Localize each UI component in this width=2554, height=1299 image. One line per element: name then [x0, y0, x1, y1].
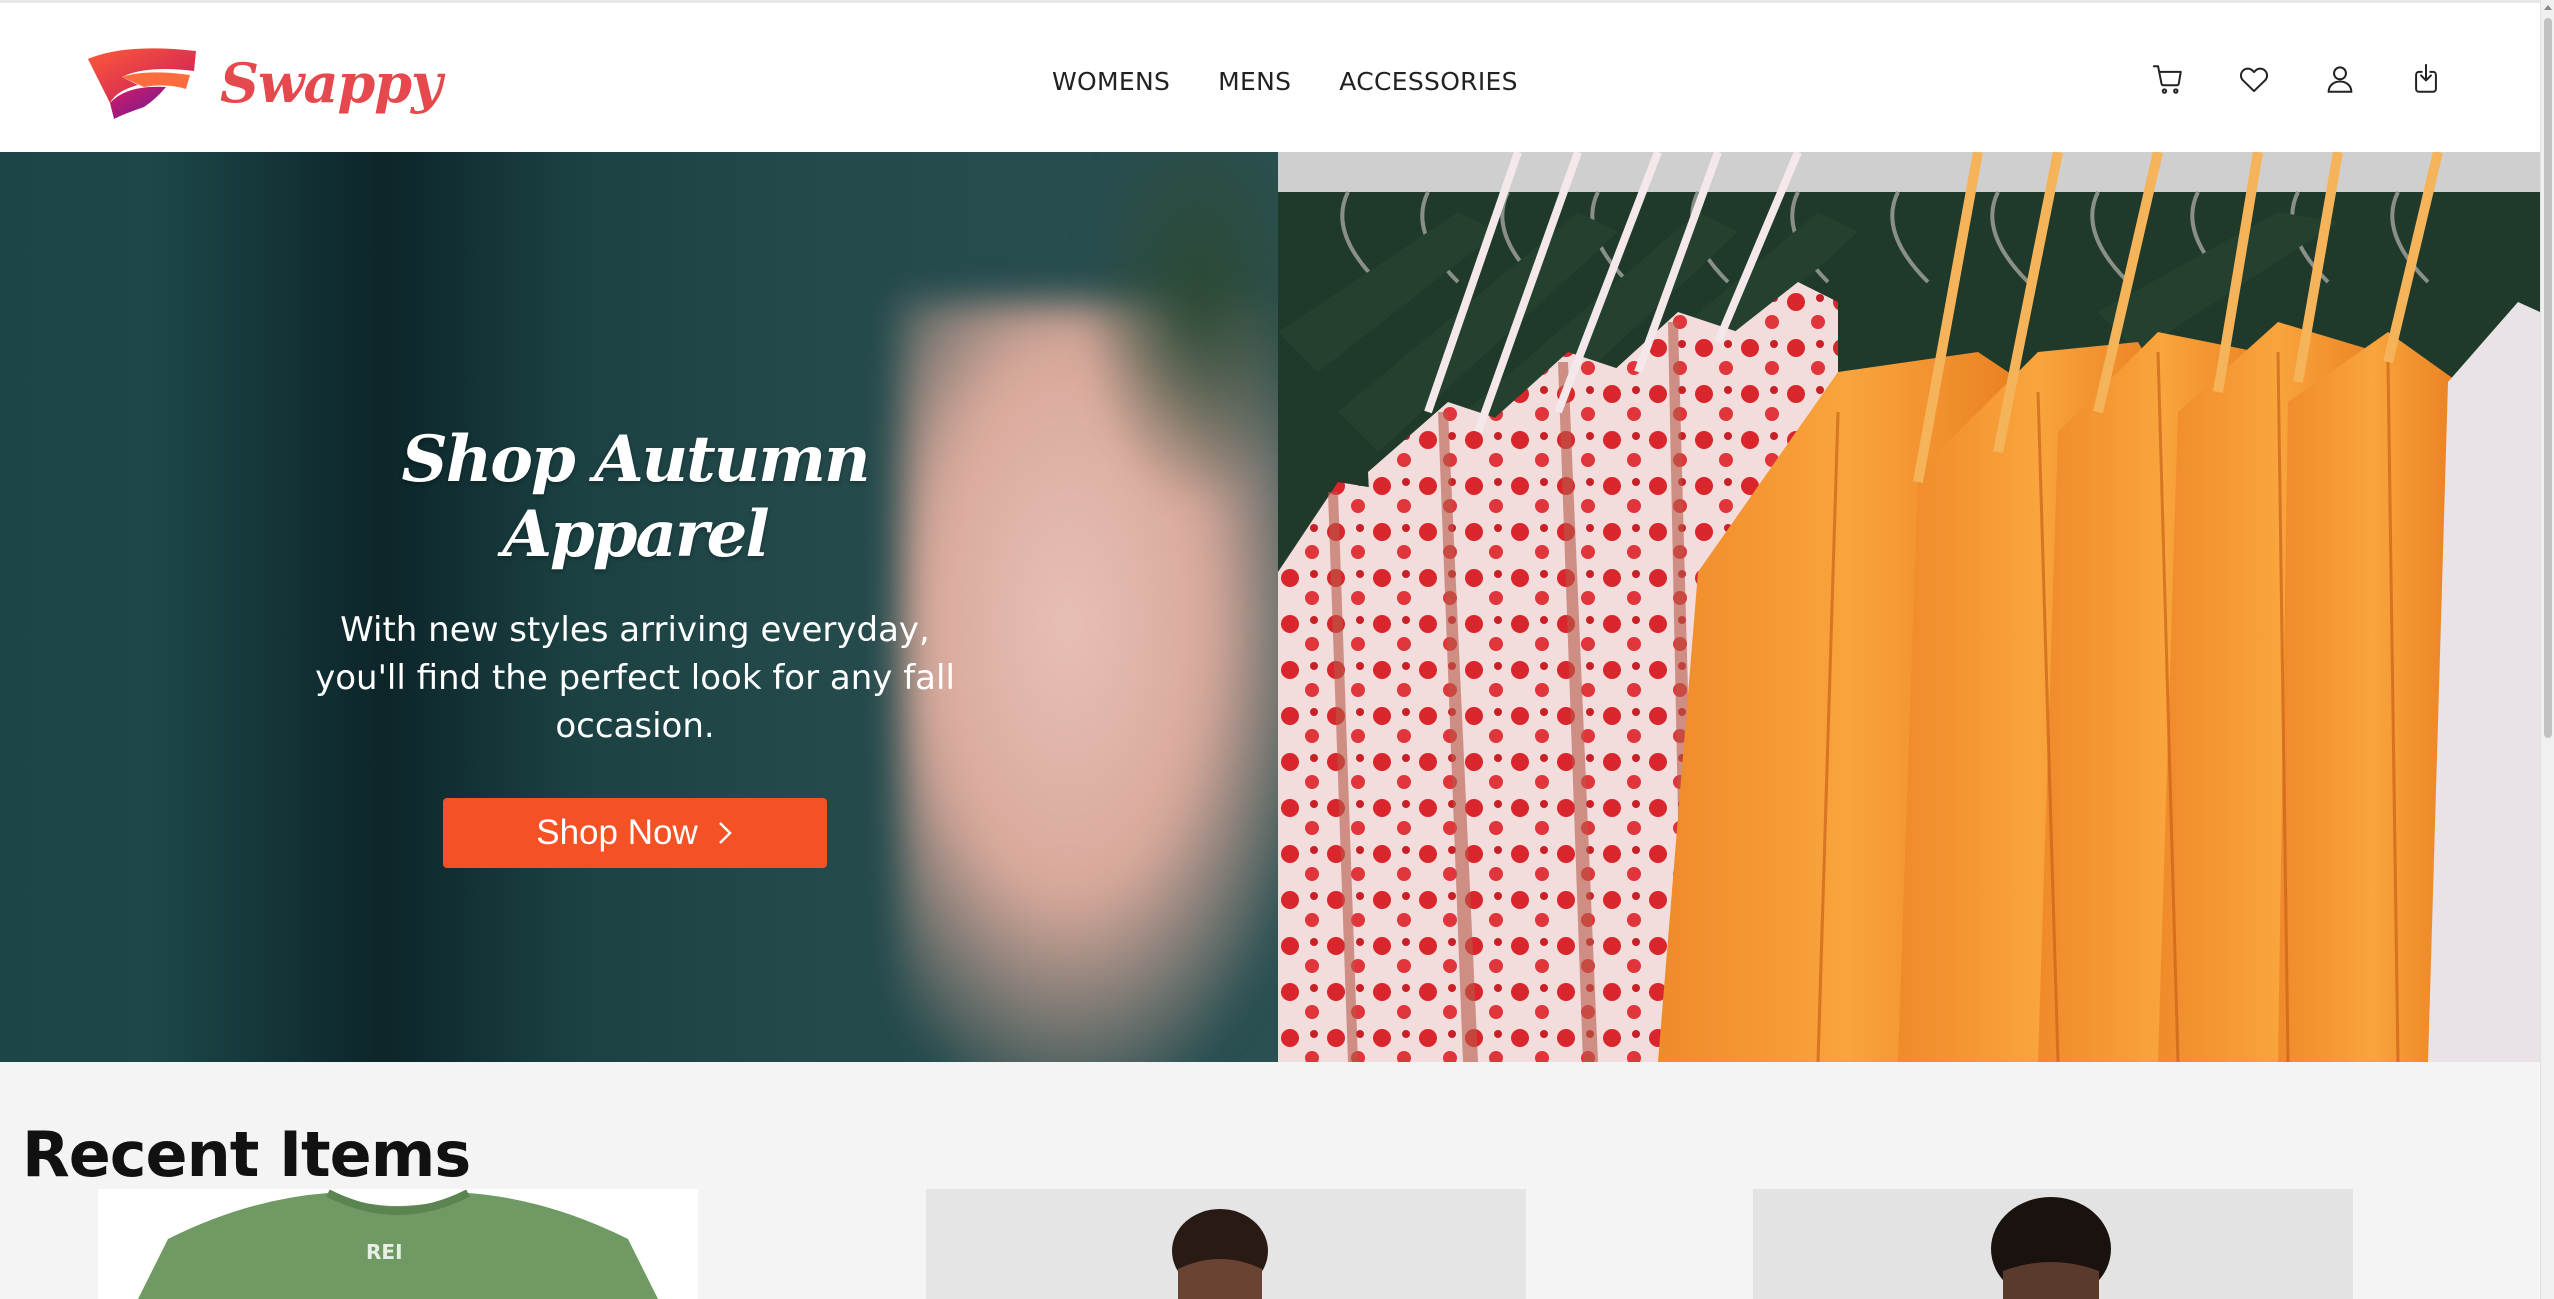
nav-womens[interactable]: WOMENS [1052, 67, 1170, 96]
recent-items-title: Recent Items [22, 1118, 471, 1191]
nav-mens[interactable]: MENS [1218, 67, 1291, 96]
chevron-right-icon [718, 822, 732, 844]
shop-now-button[interactable]: Shop Now [443, 798, 827, 868]
download-icon[interactable] [2408, 61, 2444, 97]
recent-item-card[interactable]: REI [98, 1189, 698, 1299]
site-header: Swappy WOMENS MENS ACCESSORIES [0, 0, 2540, 152]
model-image [1991, 1197, 2111, 1299]
recent-item-card[interactable] [1753, 1189, 2353, 1299]
hero-subtitle: With new styles arriving everyday, you'l… [315, 610, 955, 746]
brand-logo[interactable]: Swappy [86, 45, 442, 121]
page-scrollbar[interactable] [2540, 0, 2554, 1299]
scroll-up-arrow-icon[interactable] [2543, 2, 2553, 12]
main-nav: WOMENS MENS ACCESSORIES [1052, 67, 1518, 96]
cart-icon[interactable] [2150, 61, 2186, 97]
clothing-rack-image [1278, 152, 2540, 1062]
recent-item-card[interactable] [926, 1189, 1526, 1299]
hero-title: Shop Autumn Apparel [401, 422, 871, 572]
user-icon[interactable] [2322, 61, 2358, 97]
logo-mark-icon [88, 48, 196, 119]
svg-text:REI: REI [366, 1240, 403, 1264]
tshirt-image: REI [138, 1189, 658, 1299]
header-actions [2150, 61, 2444, 97]
brand-name: Swappy [220, 51, 442, 115]
hero-content: Shop Autumn Apparel With new styles arri… [300, 422, 970, 868]
nav-accessories[interactable]: ACCESSORIES [1339, 67, 1518, 96]
model-image [1172, 1209, 1268, 1299]
shop-now-label: Shop Now [536, 813, 698, 852]
scrollbar-thumb[interactable] [2544, 18, 2552, 738]
heart-icon[interactable] [2236, 61, 2272, 97]
hero-banner: Shop Autumn Apparel With new styles arri… [0, 152, 2540, 1062]
